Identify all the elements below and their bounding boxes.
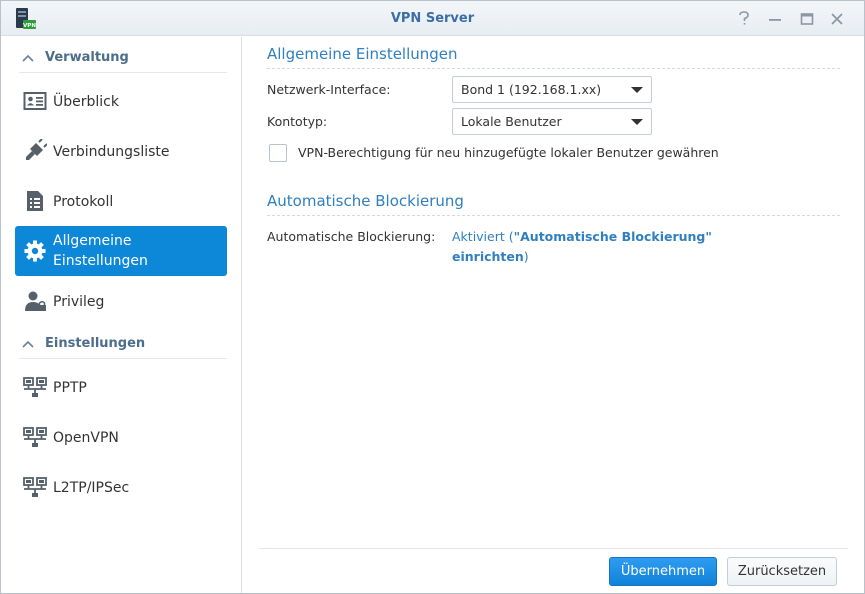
sidebar-item-label: PPTP	[53, 380, 87, 396]
sidebar-item-privileg[interactable]: Privileg	[15, 276, 227, 326]
sidebar-item-openvpn[interactable]: OpenVPN	[15, 412, 227, 462]
account-type-label: Kontotyp:	[267, 114, 328, 129]
network-interface-value: Bond 1 (192.168.1.xx)	[461, 82, 602, 97]
close-icon[interactable]	[827, 9, 847, 29]
sidebar-item-verbindungsliste[interactable]: Verbindungsliste	[15, 126, 227, 176]
sidebar-item-label: L2TP/IPSec	[53, 480, 130, 496]
vpn-permission-label[interactable]: VPN-Berechtigung für neu hinzugefügte lo…	[298, 145, 719, 160]
section-verwaltung[interactable]: Verwaltung	[19, 43, 227, 73]
network-icon	[23, 425, 47, 449]
section-einstellungen[interactable]: Einstellungen	[19, 329, 227, 359]
plug-icon	[23, 139, 47, 163]
apply-button[interactable]: Übernehmen	[609, 557, 717, 586]
section-heading-general: Allgemeine Einstellungen	[267, 45, 840, 69]
auto-block-status-text: Aktiviert	[452, 229, 505, 244]
account-type-value: Lokale Benutzer	[461, 114, 562, 129]
sidebar-item-label: OpenVPN	[53, 430, 119, 446]
sidebar-item-pptp[interactable]: PPTP	[15, 362, 227, 412]
section-heading-blocking: Automatische Blockierung	[267, 192, 840, 216]
dropdown-arrow-icon	[631, 119, 643, 125]
gear-icon	[23, 239, 47, 263]
sidebar-item-label: Verbindungsliste	[53, 144, 170, 160]
reset-button[interactable]: Zurücksetzen	[727, 557, 837, 586]
overview-card-icon	[23, 89, 47, 113]
sidebar-item-label: Protokoll	[53, 194, 114, 210]
network-icon	[23, 375, 47, 399]
minimize-icon[interactable]	[765, 9, 785, 29]
main-panel: Allgemeine Einstellungen Netzwerk-Interf…	[243, 37, 864, 593]
vpn-permission-checkbox[interactable]	[269, 144, 287, 162]
network-interface-select[interactable]: Bond 1 (192.168.1.xx)	[452, 76, 652, 103]
network-icon	[23, 475, 47, 499]
open-paren: (	[504, 229, 514, 244]
sidebar-item-label: Allgemeine Einstellungen	[53, 233, 148, 269]
user-lock-icon	[23, 289, 47, 313]
sidebar-item-allgemeine-einstellungen[interactable]: Allgemeine Einstellungen	[15, 226, 227, 276]
section-label: Verwaltung	[45, 50, 129, 65]
help-icon[interactable]	[734, 9, 754, 29]
vpn-server-window: VPN VPN Server Verwaltung Überblick Verb…	[0, 0, 865, 594]
sidebar-item-protokoll[interactable]: Protokoll	[15, 176, 227, 226]
auto-block-label: Automatische Blockierung:	[267, 229, 436, 244]
sidebar-item-label: Überblick	[53, 94, 119, 110]
dropdown-arrow-icon	[631, 87, 643, 93]
close-paren: )	[523, 249, 529, 264]
sidebar-item-ueberblick[interactable]: Überblick	[15, 76, 227, 126]
document-icon	[23, 189, 47, 213]
sidebar: Verwaltung Überblick Verbindungsliste Pr…	[1, 37, 242, 593]
maximize-icon[interactable]	[797, 9, 817, 29]
auto-block-status: Aktiviert ("Automatische Blockierung" ei…	[452, 227, 742, 267]
section-label: Einstellungen	[45, 336, 146, 351]
chevron-up-icon	[22, 340, 34, 348]
sidebar-item-label: Privileg	[53, 294, 105, 310]
network-interface-label: Netzwerk-Interface:	[267, 82, 391, 97]
title-bar: VPN VPN Server	[1, 1, 864, 36]
chevron-up-icon	[22, 54, 34, 62]
sidebar-item-l2tp-ipsec[interactable]: L2TP/IPSec	[15, 462, 227, 512]
footer-divider	[259, 548, 848, 549]
account-type-select[interactable]: Lokale Benutzer	[452, 108, 652, 135]
